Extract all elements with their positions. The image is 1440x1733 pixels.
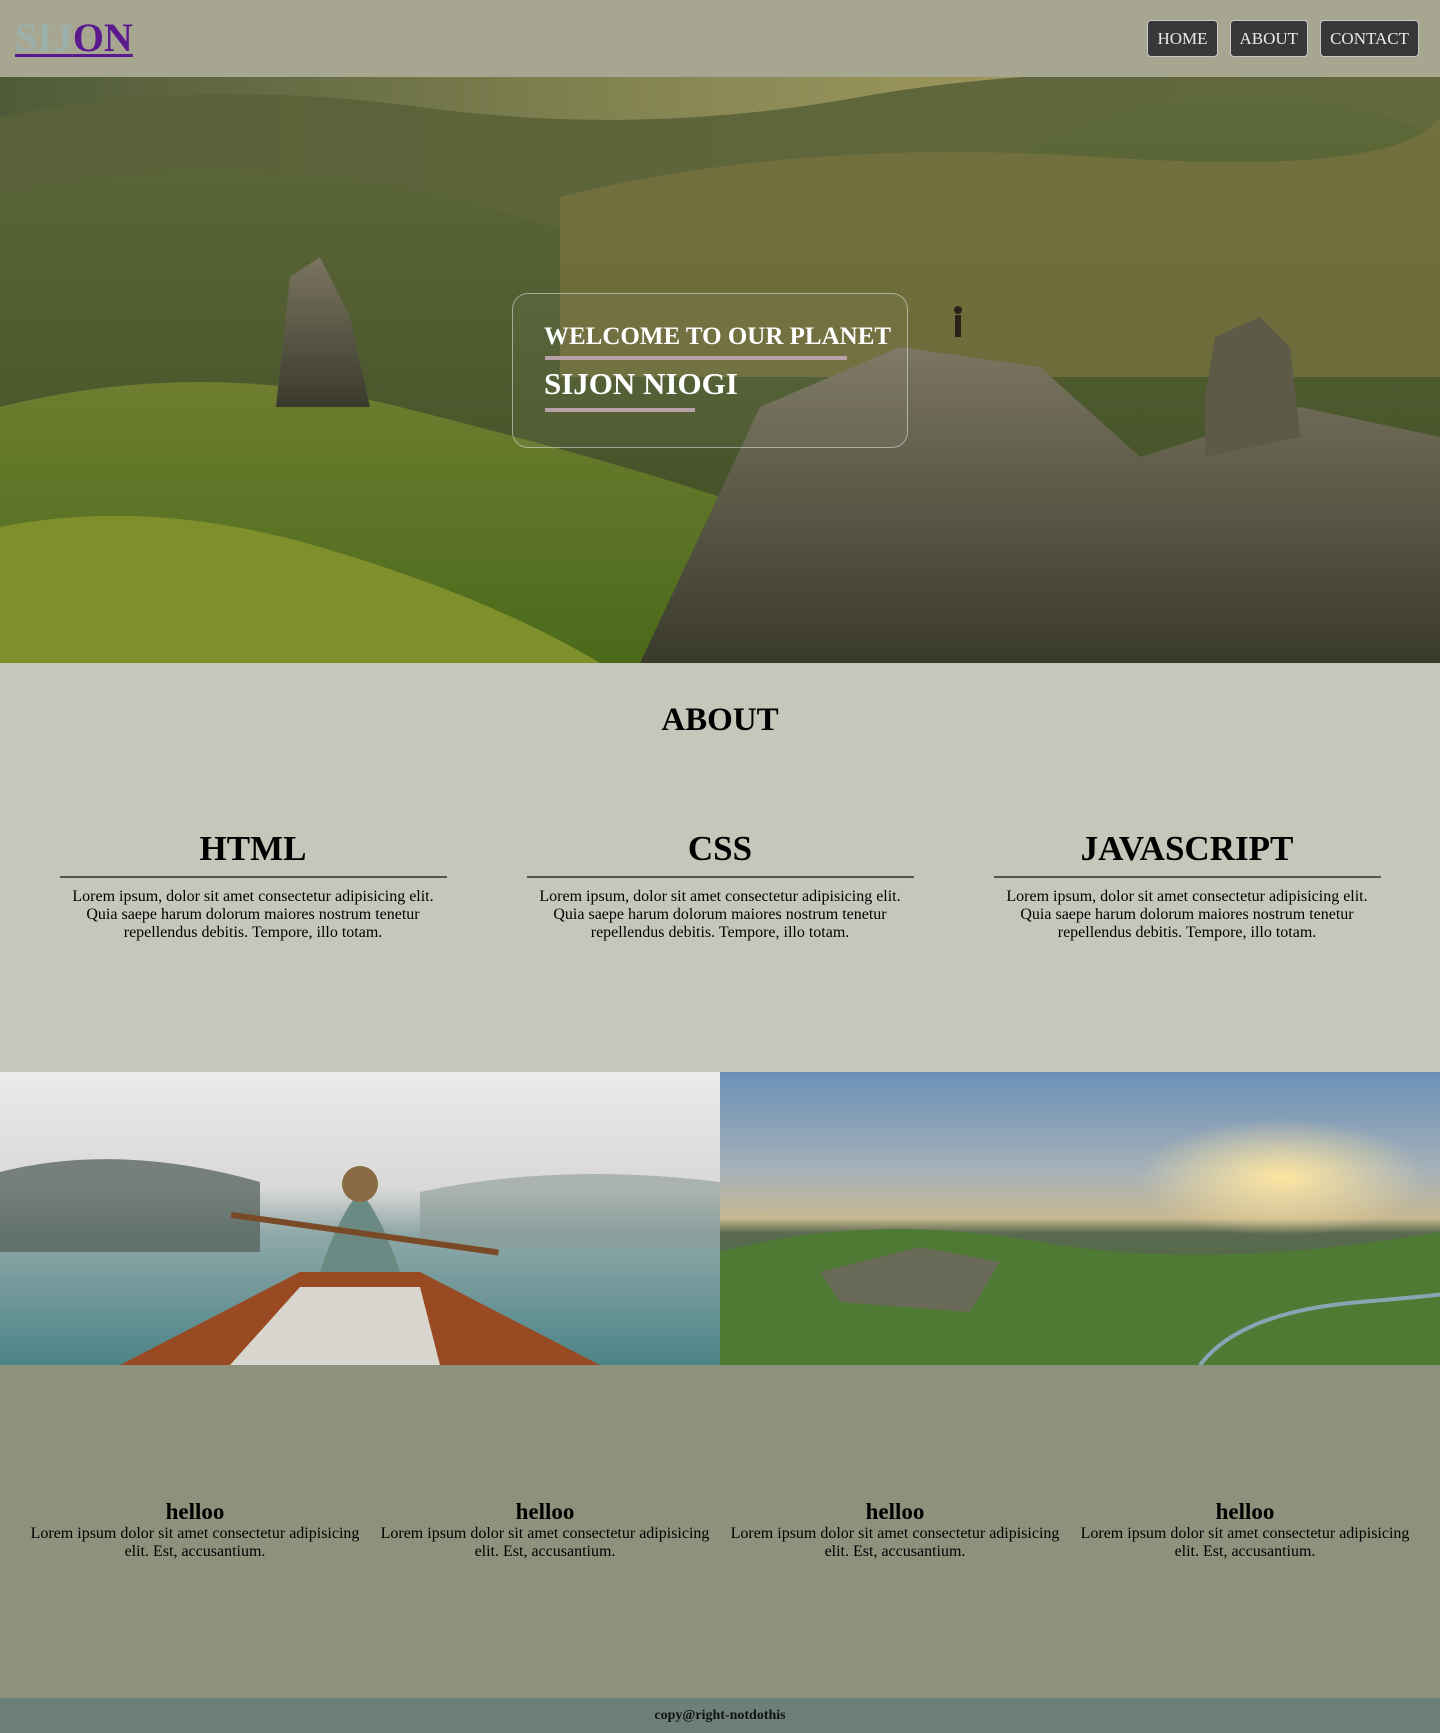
hero-welcome-box: WELCOME TO OUR PLANET SIJON NIOGI [512, 293, 908, 448]
site-logo[interactable]: SIJON [15, 14, 133, 62]
info-card: helloo Lorem ipsum dolor sit amet consec… [725, 1499, 1065, 1561]
info-card: helloo Lorem ipsum dolor sit amet consec… [1075, 1499, 1415, 1561]
about-column-css: CSS Lorem ipsum, dolor sit amet consecte… [520, 828, 920, 942]
hero-name-underline [545, 408, 695, 412]
about-column-divider [59, 876, 447, 878]
image-gallery [0, 1072, 1440, 1365]
about-column-title: CSS [687, 829, 753, 868]
card-text: Lorem ipsum dolor sit amet consectetur a… [380, 1525, 710, 1560]
card-text: Lorem ipsum dolor sit amet consectetur a… [1080, 1525, 1410, 1560]
about-column-html: HTML Lorem ipsum, dolor sit amet consect… [53, 828, 453, 942]
card-title: helloo [1215, 1499, 1275, 1524]
info-card: helloo Lorem ipsum dolor sit amet consec… [25, 1499, 365, 1561]
info-card: helloo Lorem ipsum dolor sit amet consec… [375, 1499, 715, 1561]
site-header: SIJON HOME ABOUT CONTACT [0, 0, 1440, 77]
gallery-image-valley [720, 1072, 1440, 1365]
nav-contact-button[interactable]: CONTACT [1320, 20, 1419, 57]
gallery-image-canoe [0, 1072, 720, 1365]
about-column-text: Lorem ipsum, dolor sit amet consectetur … [1006, 888, 1368, 941]
cards-section: helloo Lorem ipsum dolor sit amet consec… [0, 1365, 1440, 1698]
about-column-javascript: JAVASCRIPT Lorem ipsum, dolor sit amet c… [987, 828, 1387, 942]
nav-about-button[interactable]: ABOUT [1229, 20, 1309, 57]
about-column-text: Lorem ipsum, dolor sit amet consectetur … [72, 888, 434, 941]
about-column-divider [993, 876, 1381, 878]
hero-title: WELCOME TO OUR PLANET [544, 323, 892, 350]
about-heading: ABOUT [661, 702, 779, 738]
hero-name: SIJON NIOGI [544, 366, 738, 401]
card-title: helloo [865, 1499, 925, 1524]
main-nav: HOME ABOUT CONTACT [1147, 20, 1419, 57]
hero-title-underline [545, 356, 847, 360]
about-column-title: HTML [199, 829, 307, 868]
hero-banner: WELCOME TO OUR PLANET SIJON NIOGI [0, 77, 1440, 663]
card-title: helloo [165, 1499, 225, 1524]
about-column-text: Lorem ipsum, dolor sit amet consectetur … [539, 888, 901, 941]
footer-copyright: copy@right-notdothis [654, 1708, 786, 1723]
card-text: Lorem ipsum dolor sit amet consectetur a… [30, 1525, 360, 1560]
card-text: Lorem ipsum dolor sit amet consectetur a… [730, 1525, 1060, 1560]
logo-text-part1: SIJ [15, 15, 73, 60]
about-column-divider [526, 876, 914, 878]
logo-text-part2: ON [72, 15, 133, 60]
nav-home-button[interactable]: HOME [1147, 20, 1218, 57]
about-column-title: JAVASCRIPT [1080, 829, 1294, 868]
card-title: helloo [515, 1499, 575, 1524]
site-footer: copy@right-notdothis [0, 1698, 1440, 1733]
